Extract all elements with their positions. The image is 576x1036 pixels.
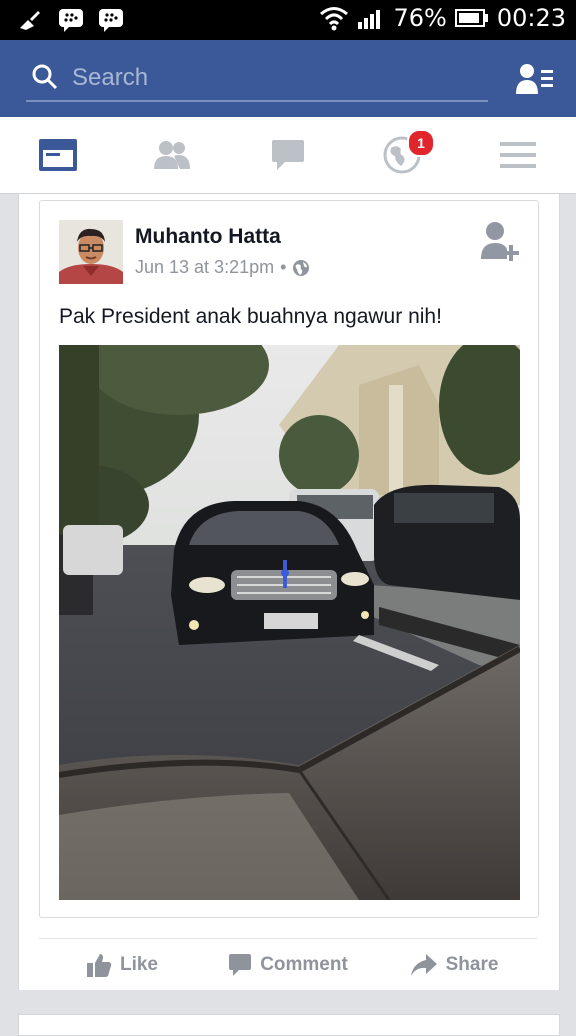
share-button[interactable]: Share (371, 939, 537, 991)
comment-button[interactable]: Comment (205, 939, 371, 991)
bbm-icon (59, 9, 83, 32)
like-button[interactable]: Like (39, 939, 205, 991)
comment-icon (229, 954, 252, 976)
tab-more[interactable] (496, 135, 540, 175)
avatar[interactable] (59, 220, 123, 284)
post-timestamp[interactable]: Jun 13 at 3:21pm (135, 257, 274, 278)
feed-story: Muhanto Hatta Jun 13 at 3:21pm • Pak Pre… (18, 194, 560, 990)
next-feed-story (18, 1014, 560, 1036)
search-icon (32, 64, 58, 90)
menu-icon (500, 142, 536, 168)
tab-friend-requests[interactable] (150, 135, 194, 175)
clock: 00:23 (496, 4, 566, 32)
profile-photo (59, 220, 123, 284)
friend-requests-icon (154, 141, 190, 169)
status-bar: 76% 00:23 (0, 0, 576, 40)
notification-badge: 1 (407, 129, 435, 157)
add-friend-icon[interactable] (480, 219, 520, 263)
messages-icon (272, 140, 304, 170)
share-label: Share (445, 954, 499, 975)
thumbs-up-icon (86, 954, 112, 977)
tab-news-feed[interactable] (36, 135, 80, 175)
post-text: Pak President anak buahnya ngawur nih! (59, 305, 442, 328)
post-actions: Like Comment Share (39, 938, 537, 991)
friends-list-icon[interactable] (516, 62, 554, 96)
author-name[interactable]: Muhanto Hatta (135, 225, 281, 249)
share-icon (410, 954, 437, 976)
tab-messages[interactable] (266, 135, 310, 175)
news-feed-icon (39, 139, 77, 171)
post-meta: Jun 13 at 3:21pm • (135, 257, 310, 278)
globe-icon (293, 259, 310, 276)
broom-icon (20, 11, 40, 30)
search-input[interactable] (70, 60, 474, 96)
wifi-icon (320, 7, 349, 31)
like-label: Like (119, 954, 159, 975)
street-photo (59, 345, 520, 900)
bbm-icon (99, 9, 123, 32)
tab-bar: 1 (0, 117, 576, 194)
post-photo[interactable] (59, 345, 520, 900)
battery-percent: 76% (393, 4, 447, 32)
signal-icon (358, 10, 381, 29)
battery-icon (454, 9, 488, 27)
meta-separator: • (280, 257, 287, 277)
search-field[interactable] (26, 58, 488, 102)
search-header (0, 40, 576, 117)
comment-label: Comment (260, 954, 348, 975)
shared-post: Muhanto Hatta Jun 13 at 3:21pm • Pak Pre… (39, 200, 539, 918)
